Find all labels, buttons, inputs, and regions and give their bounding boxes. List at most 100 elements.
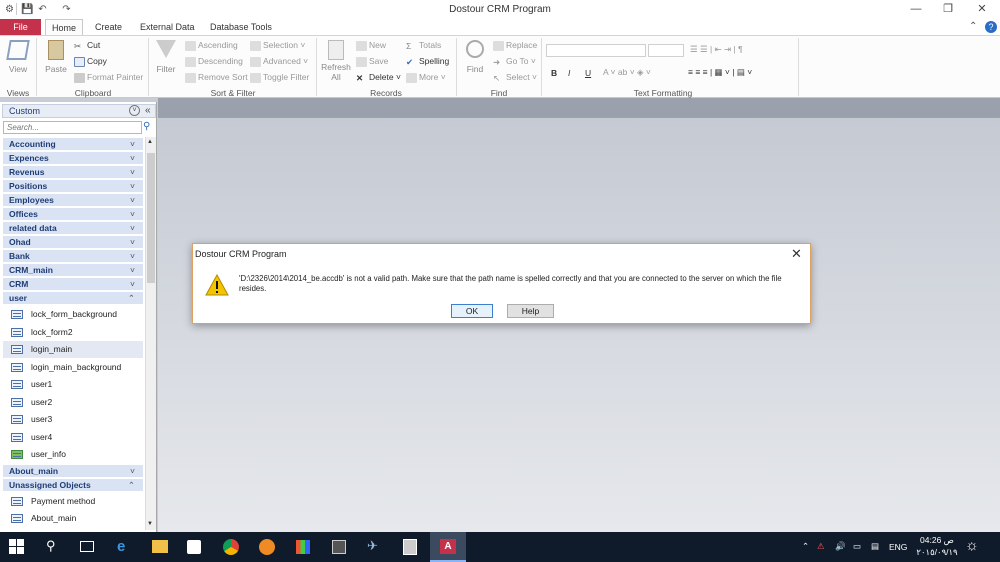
tab-external-data[interactable]: External Data bbox=[134, 19, 201, 35]
windows-start-icon[interactable] bbox=[9, 539, 25, 555]
tab-create[interactable]: Create bbox=[89, 19, 128, 35]
tab-home[interactable]: Home bbox=[45, 19, 84, 36]
scroll-thumb[interactable] bbox=[147, 153, 155, 283]
find-button[interactable]: Find bbox=[461, 40, 489, 74]
nav-pane-header[interactable]: Custom ˅ « bbox=[2, 104, 156, 118]
list-buttons[interactable]: ☰ ☰ | ⇤ ⇥ | ¶ bbox=[690, 44, 743, 55]
select-button[interactable]: ↖ Select ˅ bbox=[493, 72, 537, 83]
bold-button[interactable]: B bbox=[551, 68, 557, 78]
spelling-button[interactable]: ✔ Spelling bbox=[406, 56, 449, 67]
nav-group-header[interactable]: Employees ˅ bbox=[3, 194, 143, 207]
save-record-button[interactable]: Save bbox=[356, 56, 388, 67]
shutter-bar-icon[interactable]: « bbox=[145, 105, 151, 116]
nav-item[interactable]: user2 bbox=[3, 394, 143, 411]
nav-group-header[interactable]: CRM ˅ bbox=[3, 278, 143, 291]
battery-icon[interactable]: ▭ bbox=[853, 541, 861, 552]
new-record-button[interactable]: New bbox=[356, 40, 386, 51]
tool-icon[interactable]: ✈ bbox=[367, 538, 385, 556]
dialog-close-icon[interactable]: ✕ bbox=[791, 246, 802, 262]
nav-item[interactable]: login_main bbox=[3, 341, 143, 358]
file-explorer-icon[interactable] bbox=[152, 540, 168, 553]
filter-button[interactable]: Filter bbox=[152, 40, 180, 74]
clapper-icon[interactable] bbox=[332, 540, 346, 554]
delete-record-button[interactable]: ✕ Delete ˅ bbox=[356, 72, 401, 83]
nav-item[interactable]: user3 bbox=[3, 411, 143, 428]
nav-group-header[interactable]: CRM_main ˅ bbox=[3, 264, 143, 277]
action-center-icon[interactable]: ▤ bbox=[871, 541, 879, 552]
advanced-button[interactable]: Advanced ˅ bbox=[250, 56, 308, 67]
nav-group-header[interactable]: Accounting ˅ bbox=[3, 138, 143, 151]
chrome-icon[interactable] bbox=[223, 539, 239, 555]
tray-chevron-icon[interactable]: ⌃ bbox=[802, 541, 809, 552]
scroll-up-icon[interactable]: ▲ bbox=[147, 139, 153, 145]
remove-sort-button[interactable]: Remove Sort bbox=[185, 72, 248, 83]
nav-search-input[interactable] bbox=[3, 121, 142, 134]
align-buttons[interactable]: ≡ ≡ ≡ | ▦ ˅ | ▤ ˅ bbox=[688, 67, 752, 78]
nav-item[interactable]: Payment method bbox=[3, 493, 143, 510]
replace-button[interactable]: Replace bbox=[493, 40, 537, 51]
access-taskbar-item[interactable]: A bbox=[430, 532, 466, 562]
copy-button[interactable]: Copy bbox=[74, 56, 107, 67]
font-color-buttons[interactable]: A ˅ ab ˅ ◈ ˅ bbox=[603, 67, 651, 78]
scroll-down-icon[interactable]: ▼ bbox=[147, 521, 153, 527]
edge-icon[interactable]: e bbox=[117, 538, 135, 556]
nav-item[interactable]: user_info bbox=[3, 446, 143, 463]
search-icon[interactable]: ⚲ bbox=[143, 121, 150, 132]
font-size-dropdown[interactable] bbox=[648, 44, 684, 57]
help-button[interactable]: Help bbox=[507, 304, 554, 318]
selection-button[interactable]: Selection ˅ bbox=[250, 40, 305, 51]
search-icon[interactable]: ⚲ bbox=[46, 538, 64, 556]
task-view-icon[interactable] bbox=[80, 541, 94, 552]
restore-button[interactable]: ❐ bbox=[932, 0, 964, 19]
nav-group-header[interactable]: Expences ˅ bbox=[3, 152, 143, 165]
cut-button[interactable]: ✂ Cut bbox=[74, 40, 100, 51]
close-button[interactable]: ✕ bbox=[966, 0, 998, 19]
app-grid-icon[interactable] bbox=[296, 540, 310, 554]
nav-scrollbar[interactable]: ▲ ▼ bbox=[145, 137, 156, 530]
nav-group-header[interactable]: Bank ˅ bbox=[3, 250, 143, 263]
nav-group-header[interactable]: Offices ˅ bbox=[3, 208, 143, 221]
ribbon-collapse-icon[interactable]: ⌃ bbox=[969, 21, 977, 32]
ok-button[interactable]: OK bbox=[451, 304, 493, 318]
clock-time[interactable]: 04:26 ص bbox=[918, 535, 956, 546]
volume-icon[interactable]: 🔊 bbox=[835, 541, 846, 552]
nav-menu-icon[interactable]: ˅ bbox=[129, 105, 140, 116]
calculator-icon[interactable] bbox=[403, 539, 417, 555]
nav-group-header[interactable]: Unassigned Objects ⌃ bbox=[3, 478, 143, 492]
descending-button[interactable]: Descending bbox=[185, 56, 243, 67]
nav-item[interactable]: lock_form2 bbox=[3, 324, 143, 341]
network-warning-icon[interactable]: ⚠ bbox=[817, 541, 825, 552]
nav-item[interactable]: About_main bbox=[3, 510, 143, 527]
italic-button[interactable]: I bbox=[568, 68, 570, 78]
nav-group-header[interactable]: user ⌃ bbox=[3, 292, 143, 305]
nav-item[interactable]: lock_form_background bbox=[3, 306, 143, 323]
nav-group-header[interactable]: Positions ˅ bbox=[3, 180, 143, 193]
minimize-button[interactable]: — bbox=[900, 0, 932, 19]
help-icon[interactable]: ? bbox=[985, 21, 997, 33]
nav-item[interactable]: user1 bbox=[3, 376, 143, 393]
tab-database-tools[interactable]: Database Tools bbox=[204, 19, 278, 35]
store-icon[interactable] bbox=[187, 540, 201, 554]
format-painter-button[interactable]: Format Painter bbox=[74, 72, 143, 83]
goto-button[interactable]: ➜ Go To ˅ bbox=[493, 56, 536, 67]
more-button[interactable]: More ˅ bbox=[406, 72, 446, 83]
brightness-icon[interactable]: ☼ bbox=[965, 537, 979, 554]
tab-file[interactable]: File bbox=[0, 19, 41, 35]
toggle-filter-button[interactable]: Toggle Filter bbox=[250, 72, 309, 83]
underline-button[interactable]: U bbox=[585, 68, 591, 78]
media-player-icon[interactable] bbox=[259, 539, 275, 555]
refresh-all-button[interactable]: Refresh All bbox=[320, 40, 352, 82]
font-name-dropdown[interactable] bbox=[546, 44, 646, 57]
nav-group-header[interactable]: About_main ˅ bbox=[3, 464, 143, 478]
nav-item[interactable]: login_main_background bbox=[3, 359, 143, 376]
ascending-button[interactable]: Ascending bbox=[185, 40, 238, 51]
clock-date[interactable]: ٢٠١٥/٠٩/١٩ bbox=[915, 547, 959, 558]
totals-button[interactable]: Σ Totals bbox=[406, 40, 441, 51]
nav-item[interactable]: user4 bbox=[3, 429, 143, 446]
paste-button[interactable]: Paste bbox=[42, 40, 70, 74]
nav-group-header[interactable]: Ohad ˅ bbox=[3, 236, 143, 249]
nav-group-header[interactable]: related data ˅ bbox=[3, 222, 143, 235]
nav-group-header[interactable]: Revenus ˅ bbox=[3, 166, 143, 179]
input-language[interactable]: ENG bbox=[889, 542, 907, 552]
view-button[interactable]: View bbox=[4, 40, 32, 74]
